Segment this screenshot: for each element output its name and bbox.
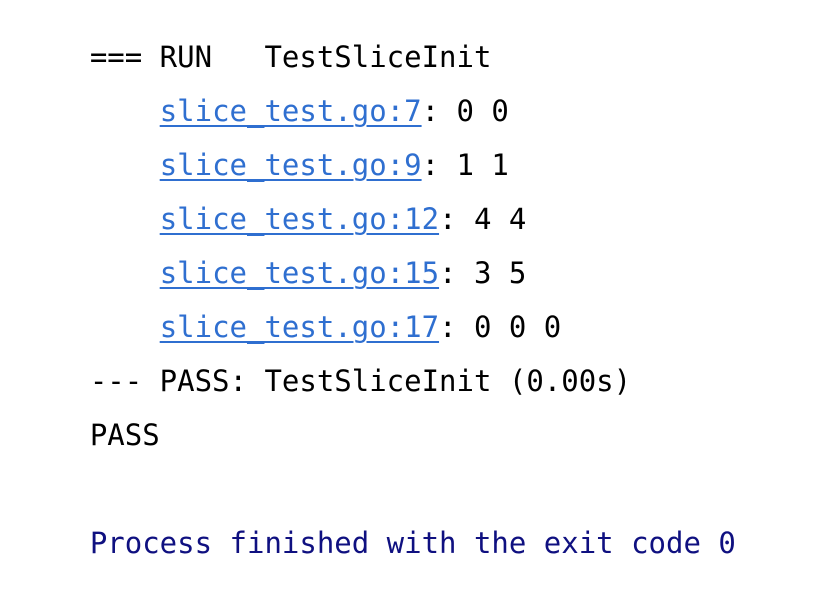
run-header-line: === RUN TestSliceInit [20,12,492,72]
log-line: slice_test.go:7: 0 0 [20,66,509,126]
process-exit-line: Process finished with the exit code 0 [20,498,736,558]
test-result-line: --- PASS: TestSliceInit (0.00s) [20,336,631,396]
test-summary-line: PASS [20,390,160,450]
log-line: slice_test.go:17: 0 0 0 [20,282,562,342]
test-output-console[interactable]: === RUN TestSliceInit slice_test.go:7: 0… [0,0,824,558]
process-exit-text: Process finished with the exit code 0 [89,526,736,560]
log-line: slice_test.go:15: 3 5 [20,228,527,288]
test-result-text: --- PASS: TestSliceInit (0.00s) [89,364,632,398]
test-summary-text: PASS [89,418,160,452]
log-line: slice_test.go:9: 1 1 [20,120,509,180]
log-line: slice_test.go:12: 4 4 [20,174,527,234]
